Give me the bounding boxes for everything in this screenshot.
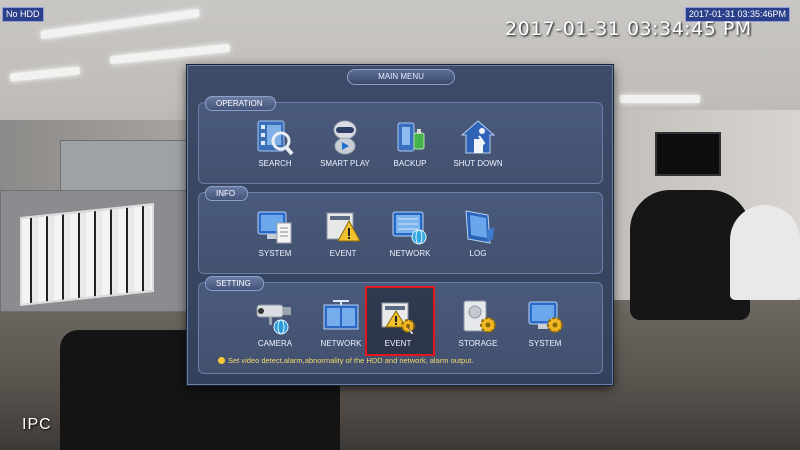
- menu-item-info-system[interactable]: SYSTEM: [240, 207, 310, 273]
- menu-item-label: SMART PLAY: [320, 159, 370, 168]
- menu-item-backup[interactable]: BACKUP: [375, 117, 445, 183]
- globe-monitor-icon: [390, 207, 430, 247]
- help-hint: Set video detect,alarm,abnormality of th…: [218, 356, 474, 365]
- ceiling-light: [620, 95, 700, 103]
- osd-clock: 2017-01-31 03:34:45 PM: [505, 18, 752, 40]
- lightbulb-icon: [218, 357, 225, 364]
- hint-text: Set video detect,alarm,abnormality of th…: [228, 356, 474, 365]
- menu-item-label: SEARCH: [258, 159, 292, 168]
- menu-item-info-event[interactable]: EVENT: [308, 207, 378, 273]
- menu-item-label: EVENT: [384, 339, 412, 348]
- menu-item-label: CAMERA: [257, 339, 293, 348]
- menu-item-label: NETWORK: [389, 249, 431, 258]
- menu-item-setting-storage[interactable]: STORAGE: [443, 297, 513, 363]
- menu-item-label: SYSTEM: [528, 339, 562, 348]
- menu-item-smart-play[interactable]: SMART PLAY: [310, 117, 380, 183]
- storage-gear-icon: [458, 297, 498, 337]
- main-menu-window: MAIN MENU OPERATION SEARCH SMART PLAY BA…: [187, 65, 613, 385]
- desk-monitor: [655, 132, 721, 176]
- monitor-doc-icon: [255, 207, 295, 247]
- menu-title: MAIN MENU: [347, 69, 455, 85]
- network-panel-icon: [321, 297, 361, 337]
- section-label-operation: OPERATION: [205, 96, 276, 111]
- menu-item-setting-camera[interactable]: CAMERA: [240, 297, 310, 363]
- menu-item-info-network[interactable]: NETWORK: [375, 207, 445, 273]
- section-operation: OPERATION SEARCH SMART PLAY BACKUP SHUT …: [198, 96, 603, 184]
- section-info: INFO SYSTEM EVENT NETWORK LOG: [198, 186, 603, 274]
- menu-item-label: BACKUP: [393, 159, 427, 168]
- menu-item-shut-down[interactable]: SHUT DOWN: [443, 117, 513, 183]
- warning-doc-icon: [323, 207, 363, 247]
- house-exit-icon: [458, 117, 498, 157]
- log-book-icon: [458, 207, 498, 247]
- event-gear-icon: [378, 297, 418, 337]
- round-table: [730, 205, 800, 300]
- menu-item-setting-event[interactable]: EVENT: [363, 297, 433, 363]
- usb-backup-icon: [390, 117, 430, 157]
- robot-play-icon: [325, 117, 365, 157]
- hdd-status-badge: No HDD: [2, 7, 44, 22]
- test-chart-board: [20, 202, 154, 307]
- menu-item-label: STORAGE: [458, 339, 498, 348]
- system-gear-icon: [525, 297, 565, 337]
- film-search-icon: [255, 117, 295, 157]
- menu-item-label: LOG: [469, 249, 487, 258]
- menu-item-setting-system[interactable]: SYSTEM: [510, 297, 580, 363]
- menu-item-label: SYSTEM: [258, 249, 292, 258]
- menu-item-info-log[interactable]: LOG: [443, 207, 513, 273]
- channel-label: IPC: [22, 416, 52, 433]
- menu-item-label: SHUT DOWN: [453, 159, 503, 168]
- section-label-info: INFO: [205, 186, 249, 201]
- section-label-setting: SETTING: [205, 276, 264, 291]
- menu-item-search[interactable]: SEARCH: [240, 117, 310, 183]
- camera-globe-icon: [255, 297, 295, 337]
- menu-item-label: EVENT: [329, 249, 357, 258]
